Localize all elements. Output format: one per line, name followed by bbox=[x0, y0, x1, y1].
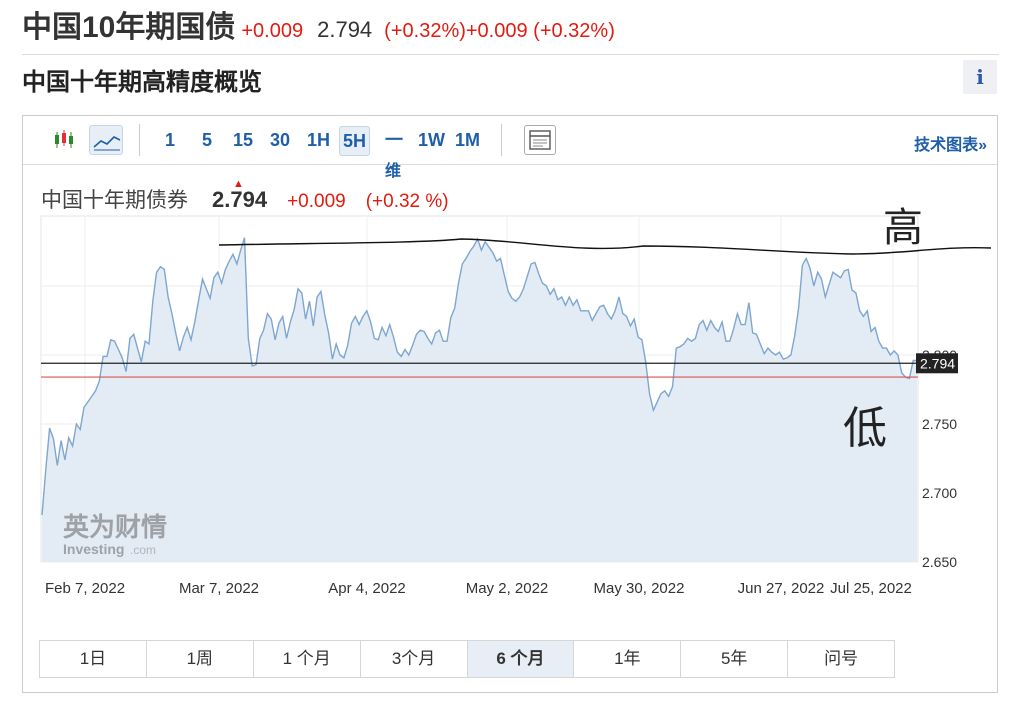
range-6m[interactable]: 6 个月 bbox=[467, 641, 575, 677]
header-divider bbox=[22, 54, 999, 55]
range-5y[interactable]: 5年 bbox=[681, 641, 789, 677]
section-title: 中国十年期高精度概览 bbox=[22, 69, 262, 96]
investing-watermark: 英为财情Investing .com bbox=[63, 513, 167, 557]
legend-value: 2.794 bbox=[212, 187, 268, 212]
up-arrow-icon: ▲ bbox=[233, 178, 244, 190]
range-1m[interactable]: 1 个月 bbox=[254, 641, 361, 677]
y-tick-label: 2.750 bbox=[922, 416, 957, 432]
legend-percent: (+0.32 %) bbox=[365, 191, 449, 212]
header-price: 2.794 bbox=[317, 17, 373, 42]
current-value-label: 2.794 bbox=[920, 355, 955, 371]
range-selector: 1日 1周 1 个月 3个月 6 个月 1年 5年 问号 bbox=[39, 640, 895, 678]
x-tick-label: Mar 7, 2022 bbox=[179, 580, 259, 597]
header-percent: (+0.32%)+0.009 (+0.32%) bbox=[384, 20, 615, 42]
range-3m[interactable]: 3个月 bbox=[361, 641, 468, 677]
x-tick-label: Feb 7, 2022 bbox=[45, 580, 125, 597]
x-tick-label: Jul 25, 2022 bbox=[830, 580, 912, 597]
legend-change: +0.009 bbox=[287, 191, 346, 212]
watermark-cn: 英为财情 bbox=[63, 513, 167, 543]
chart-panel: 1 5 15 30 1H 5H 一 维 1W 1M 技术图表» 英为财情 Inve… bbox=[22, 115, 998, 693]
header-change: +0.009 bbox=[241, 20, 304, 42]
x-tick-label: Apr 4, 2022 bbox=[328, 580, 406, 597]
handwritten-high-label: 高 bbox=[883, 205, 923, 251]
x-tick-label: May 30, 2022 bbox=[594, 580, 685, 597]
range-1y[interactable]: 1年 bbox=[574, 641, 682, 677]
range-1w[interactable]: 1周 bbox=[147, 641, 254, 677]
y-tick-label: 2.650 bbox=[922, 554, 957, 570]
chart-legend: 中国十年期债券 ▲ 2.794 +0.009 (+0.32 %) bbox=[41, 178, 449, 214]
watermark-en: Investing bbox=[63, 541, 124, 557]
range-help[interactable]: 问号 bbox=[788, 641, 894, 677]
info-icon[interactable]: i bbox=[963, 60, 997, 94]
range-1d[interactable]: 1日 bbox=[40, 641, 147, 677]
instrument-name: 中国10年期国债 bbox=[22, 11, 236, 44]
handwritten-low-label: 低 bbox=[843, 403, 887, 454]
y-tick-label: 2.700 bbox=[922, 485, 957, 501]
page-header: 中国10年期国债 +0.009 2.794 (+0.32%)+0.009 (+0… bbox=[22, 2, 615, 44]
watermark-suffix: .com bbox=[130, 543, 156, 557]
x-tick-label: Jun 27, 2022 bbox=[738, 580, 825, 597]
legend-name: 中国十年期债券 bbox=[41, 189, 188, 212]
x-tick-label: May 2, 2022 bbox=[466, 580, 549, 597]
